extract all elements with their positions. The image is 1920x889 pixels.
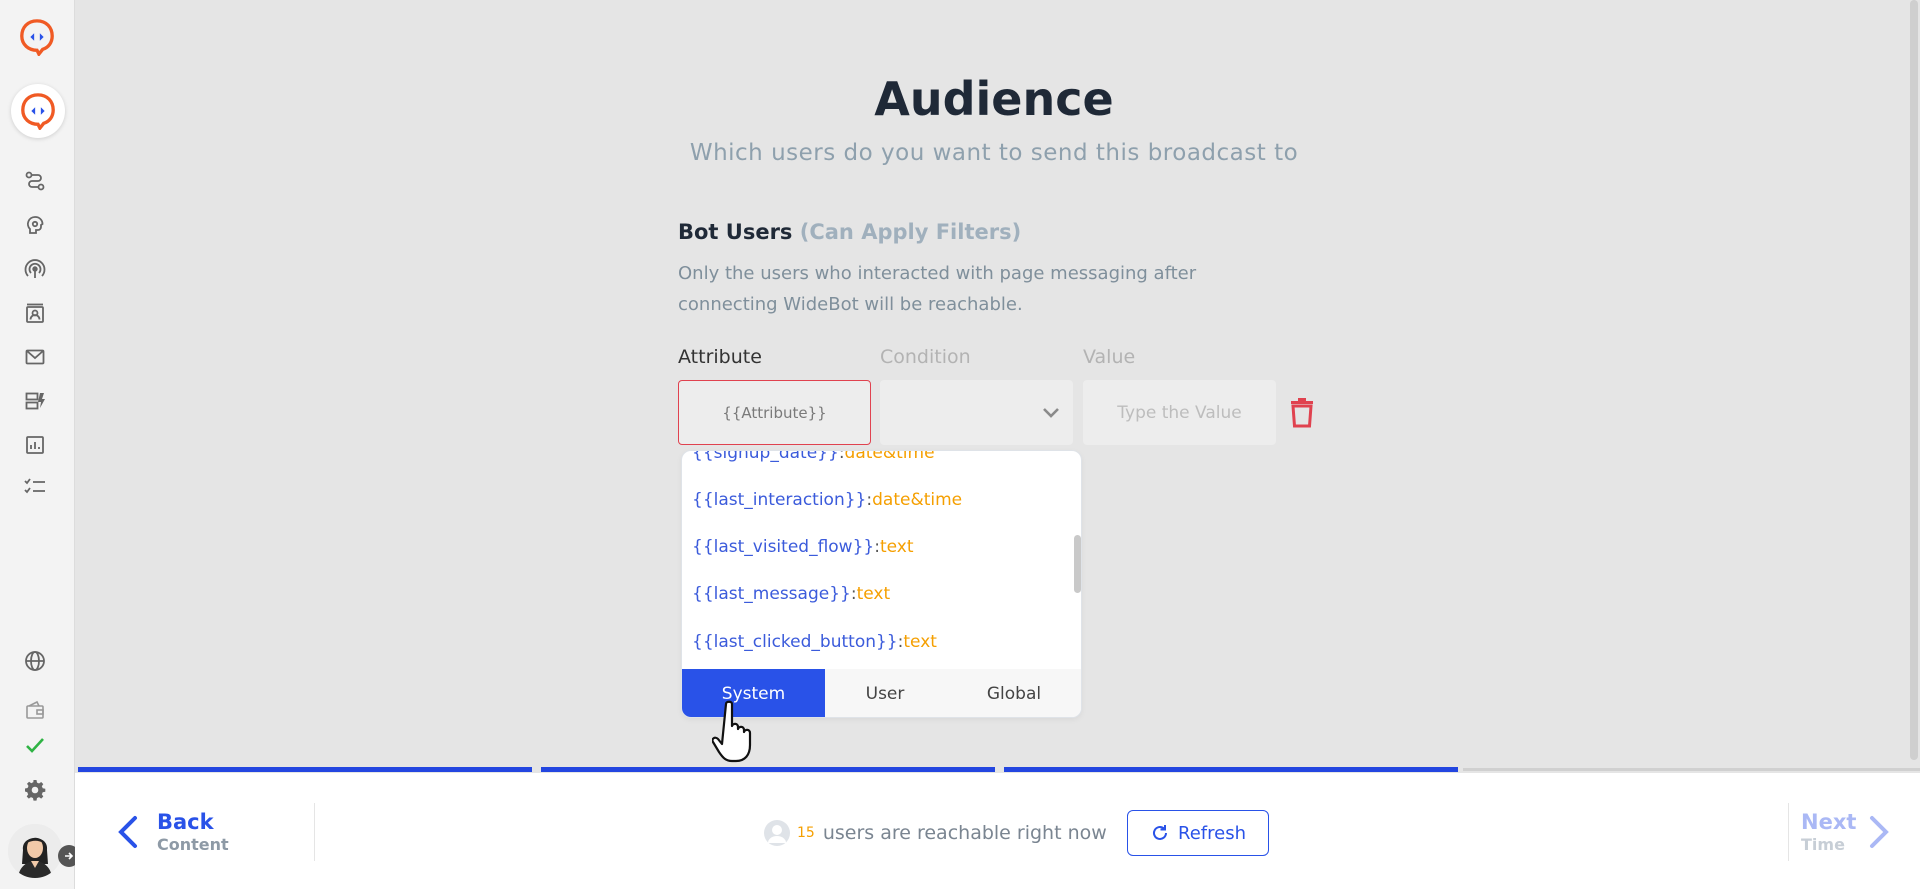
progress-step-3	[1004, 767, 1458, 772]
progress-step-1	[78, 767, 532, 772]
attribute-dropdown: {{signup_date}}:date&time {{last_interac…	[681, 450, 1082, 718]
value-field[interactable]: Type the Value	[1083, 380, 1276, 445]
delete-filter-icon[interactable]	[1289, 396, 1315, 428]
progress-step-4	[1463, 768, 1920, 771]
chevron-down-icon	[1043, 408, 1059, 418]
brain-icon[interactable]	[22, 212, 48, 238]
reachable-text: users are reachable right now	[822, 822, 1107, 844]
section-title: Bot Users (Can Apply Filters)	[678, 220, 1021, 244]
value-label: Value	[1083, 346, 1136, 368]
attribute-option-name: {{last_visited_flow}}	[692, 537, 875, 557]
integrations-icon[interactable]	[22, 388, 48, 414]
attribute-option[interactable]: {{last_clicked_button}}:text	[692, 632, 937, 652]
section-title-text: Bot Users	[678, 220, 793, 244]
back-button[interactable]: Back Content	[115, 803, 315, 861]
refresh-label: Refresh	[1178, 822, 1246, 844]
wallet-icon[interactable]	[22, 697, 48, 723]
page-scrollbar[interactable]	[1910, 0, 1918, 760]
progress-step-2	[541, 767, 995, 772]
section-description: Only the users who interacted with page …	[678, 263, 1197, 315]
inbox-icon[interactable]	[22, 344, 48, 370]
footer-bar: Back Content 15 users are reachable righ…	[75, 773, 1920, 889]
chevron-left-icon	[118, 816, 137, 848]
broadcast-icon[interactable]	[22, 256, 48, 282]
hand-cursor-icon	[712, 700, 752, 763]
attribute-field[interactable]: {{Attribute}}	[678, 380, 871, 445]
dropdown-scrollbar[interactable]	[1074, 535, 1081, 593]
attribute-option[interactable]: {{last_message}}:text	[692, 584, 890, 604]
attribute-option-type: date&time	[844, 451, 935, 463]
attribute-label: Attribute	[678, 346, 762, 368]
user-icon	[764, 820, 790, 846]
next-sub-label: Time	[1801, 835, 1845, 854]
back-label: Back	[157, 810, 214, 834]
attribute-option-name: {{signup_date}}	[692, 451, 839, 463]
globe-icon[interactable]	[22, 648, 48, 674]
check-icon[interactable]	[22, 732, 48, 758]
gear-icon[interactable]	[22, 777, 48, 803]
attribute-option[interactable]: {{last_interaction}}:date&time	[692, 490, 962, 510]
attribute-option[interactable]: {{signup_date}}:date&time	[692, 451, 935, 463]
attribute-option-type: text	[879, 537, 914, 557]
condition-select[interactable]	[880, 380, 1073, 445]
reachable-users: 15 users are reachable right now	[763, 819, 1107, 847]
tab-user[interactable]: User	[825, 669, 945, 717]
user-avatar[interactable]	[8, 824, 62, 878]
attribute-option-type: text	[856, 584, 891, 604]
tab-global[interactable]: Global	[945, 669, 1081, 717]
attribute-option-name: {{last_clicked_button}}	[692, 632, 898, 652]
next-label: Next	[1801, 810, 1857, 834]
arrow-right-icon	[65, 852, 74, 860]
attribute-option[interactable]: {{last_visited_flow}}:text	[692, 537, 914, 557]
chevron-right-icon	[1870, 816, 1890, 848]
attribute-option-name: {{last_message}}	[692, 584, 851, 604]
contacts-icon[interactable]	[22, 300, 48, 326]
section-hint: (Can Apply Filters)	[799, 220, 1022, 244]
sidebar	[0, 0, 80, 889]
page-subtitle: Which users do you want to send this bro…	[689, 140, 1299, 166]
attribute-list: {{signup_date}}:date&time {{last_interac…	[682, 451, 1081, 669]
flows-icon[interactable]	[22, 168, 48, 194]
tasks-icon[interactable]	[22, 474, 48, 500]
attribute-option-name: {{last_interaction}}	[692, 490, 867, 510]
back-sub-label: Content	[157, 835, 229, 854]
attribute-option-type: date&time	[872, 490, 963, 510]
condition-label: Condition	[880, 346, 971, 368]
refresh-button[interactable]: Refresh	[1127, 810, 1269, 856]
widebot-logo-icon[interactable]	[18, 18, 56, 56]
reachable-count: 15	[797, 825, 815, 841]
attribute-option-type: text	[903, 632, 937, 652]
analytics-icon[interactable]	[22, 432, 48, 458]
refresh-icon	[1153, 825, 1167, 840]
page-title: Audience	[874, 72, 1114, 126]
next-button[interactable]: Next Time	[1788, 803, 1908, 861]
